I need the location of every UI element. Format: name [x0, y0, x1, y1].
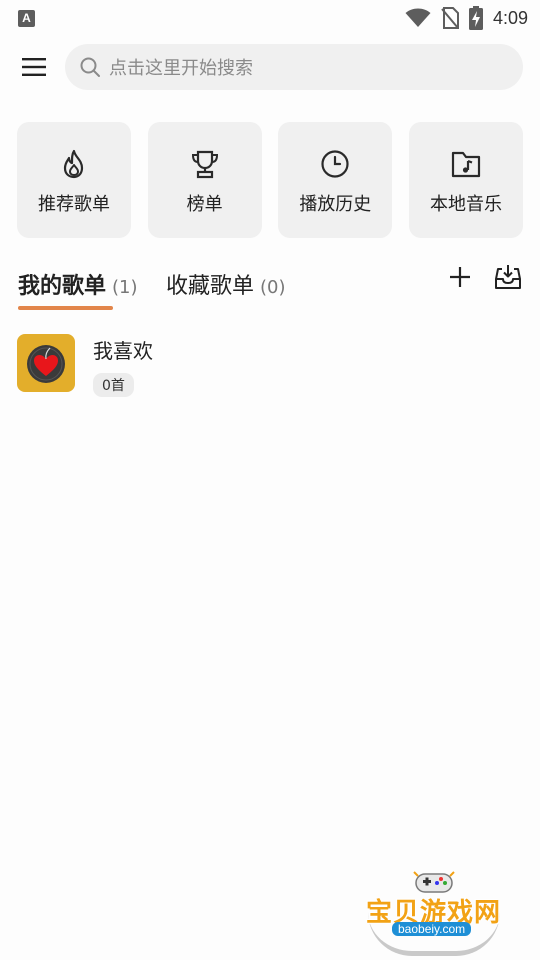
wifi-icon — [405, 8, 431, 27]
flame-icon — [63, 149, 84, 179]
status-bar: A 4:09 — [0, 0, 540, 36]
watermark-logo: 宝贝游戏网 baobeiy.com — [360, 868, 510, 956]
trophy-icon — [191, 150, 218, 179]
quick-access-grid: 推荐歌单 榜单 播放历史 本地音乐 — [17, 122, 523, 238]
active-tab-indicator — [18, 306, 113, 310]
quick-label: 播放历史 — [299, 194, 372, 215]
heart-record-icon — [27, 345, 65, 383]
quick-label: 推荐歌单 — [38, 194, 110, 215]
tab-my-playlists[interactable]: 我的歌单 (1) — [18, 268, 138, 300]
tab-label: 我的歌单 — [18, 274, 107, 299]
watermark-url: baobeiy.com — [392, 922, 472, 936]
tab-collected-playlists[interactable]: 收藏歌单 (0) — [166, 268, 286, 300]
menu-button[interactable] — [19, 52, 49, 82]
playlist-tabs: 我的歌单 (1) 收藏歌单 (0) — [0, 260, 540, 316]
battery-charging-icon — [468, 6, 483, 30]
music-folder-icon — [451, 151, 481, 178]
quick-label: 榜单 — [186, 194, 223, 215]
import-inbox-icon[interactable] — [494, 263, 522, 291]
quick-recommended-playlists[interactable]: 推荐歌单 — [17, 122, 131, 238]
playlist-cover — [17, 334, 75, 392]
playlist-info: 我喜欢 0首 — [93, 334, 153, 397]
search-icon — [80, 57, 100, 77]
search-input[interactable]: 点击这里开始搜索 — [65, 44, 523, 90]
status-time: 4:09 — [492, 7, 528, 28]
quick-label: 本地音乐 — [429, 194, 502, 215]
playlist-name: 我喜欢 — [93, 339, 153, 363]
tab-count: (0) — [260, 277, 286, 298]
quick-play-history[interactable]: 播放历史 — [278, 122, 393, 238]
notification-badge: A — [18, 9, 35, 27]
tab-count: (1) — [112, 277, 138, 298]
quick-local-music[interactable]: 本地音乐 — [408, 122, 523, 238]
playlist-item[interactable]: 我喜欢 0首 — [17, 334, 523, 397]
playlist-song-count: 0首 — [93, 373, 134, 397]
search-placeholder: 点击这里开始搜索 — [109, 58, 253, 79]
add-icon[interactable] — [448, 263, 472, 291]
top-bar: 点击这里开始搜索 — [0, 44, 540, 90]
tab-label: 收藏歌单 — [166, 274, 255, 299]
clock-icon — [321, 150, 349, 178]
no-sim-icon — [441, 7, 459, 29]
hamburger-menu-icon — [22, 58, 46, 76]
quick-charts[interactable]: 榜单 — [147, 122, 262, 238]
